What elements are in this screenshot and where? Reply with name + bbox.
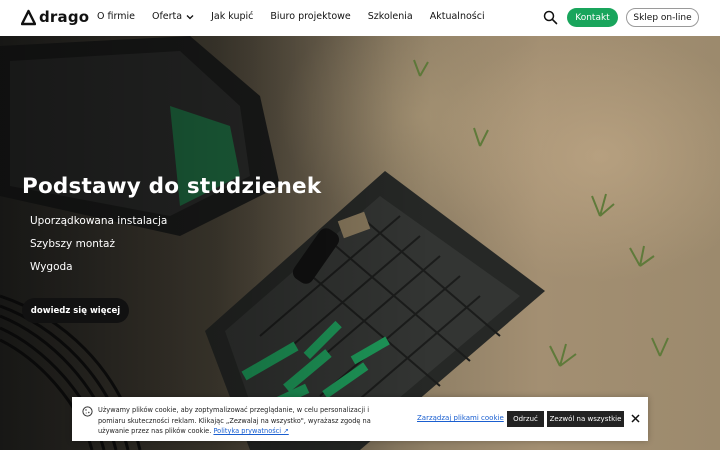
logo-text: drago	[39, 8, 90, 26]
privacy-policy-link[interactable]: Polityka prywatności ↗	[213, 427, 288, 435]
menu-item-label: O firmie	[97, 11, 135, 22]
hero-feature-item: Uporządkowana instalacja	[30, 215, 168, 227]
chevron-down-icon	[186, 14, 194, 19]
reject-cookies-button[interactable]: Odrzuć	[507, 411, 544, 427]
hero-feature-item: Szybszy montaż	[30, 238, 115, 250]
logo[interactable]: drago	[21, 8, 89, 26]
accept-all-cookies-button[interactable]: Zezwól na wszystkie	[547, 411, 624, 427]
close-icon[interactable]	[630, 413, 641, 424]
menu-item-label: Oferta	[151, 11, 183, 22]
online-shop-button[interactable]: Sklep on-line	[626, 8, 699, 27]
menu-item-biuro-projektowe[interactable]: Biuro projektowe	[270, 11, 350, 22]
cookie-message: Używamy plików cookie, aby zoptymalizowa…	[98, 405, 398, 437]
hero-title: Podstawy do studzienek	[22, 174, 322, 199]
hero-feature-list: Uporządkowana instalacja Szybszy montaż …	[30, 214, 167, 283]
cookie-icon	[82, 406, 93, 417]
hero-banner: Podstawy do studzienek Uporządkowana ins…	[0, 36, 720, 450]
search-icon[interactable]	[543, 10, 558, 25]
menu-item-label: Biuro projektowe	[270, 11, 351, 22]
menu-item-label: Jak kupić	[211, 11, 254, 22]
menu-item-oferta[interactable]: Oferta	[152, 11, 194, 22]
menu-item-szkolenia[interactable]: Szkolenia	[368, 11, 413, 22]
menu-item-o-firmie[interactable]: O firmie	[97, 11, 135, 22]
top-navbar: drago O firmie Oferta Jak kupić Biuro pr…	[0, 0, 720, 36]
menu-item-label: Aktualności	[429, 11, 485, 22]
contact-button[interactable]: Kontakt	[567, 8, 618, 27]
hero-feature-item: Wygoda	[30, 261, 73, 273]
main-menu: O firmie Oferta Jak kupić Biuro projekto…	[97, 11, 502, 22]
menu-item-label: Szkolenia	[367, 11, 413, 22]
menu-item-aktualnosci[interactable]: Aktualności	[430, 11, 485, 22]
learn-more-button[interactable]: dowiedz się więcej	[22, 298, 129, 323]
manage-cookies-link[interactable]: Zarządzaj plikami cookie	[417, 414, 504, 422]
menu-item-jak-kupic[interactable]: Jak kupić	[211, 11, 253, 22]
cookie-consent-bar: Używamy plików cookie, aby zoptymalizowa…	[72, 397, 648, 441]
drago-logo-icon	[21, 9, 36, 25]
